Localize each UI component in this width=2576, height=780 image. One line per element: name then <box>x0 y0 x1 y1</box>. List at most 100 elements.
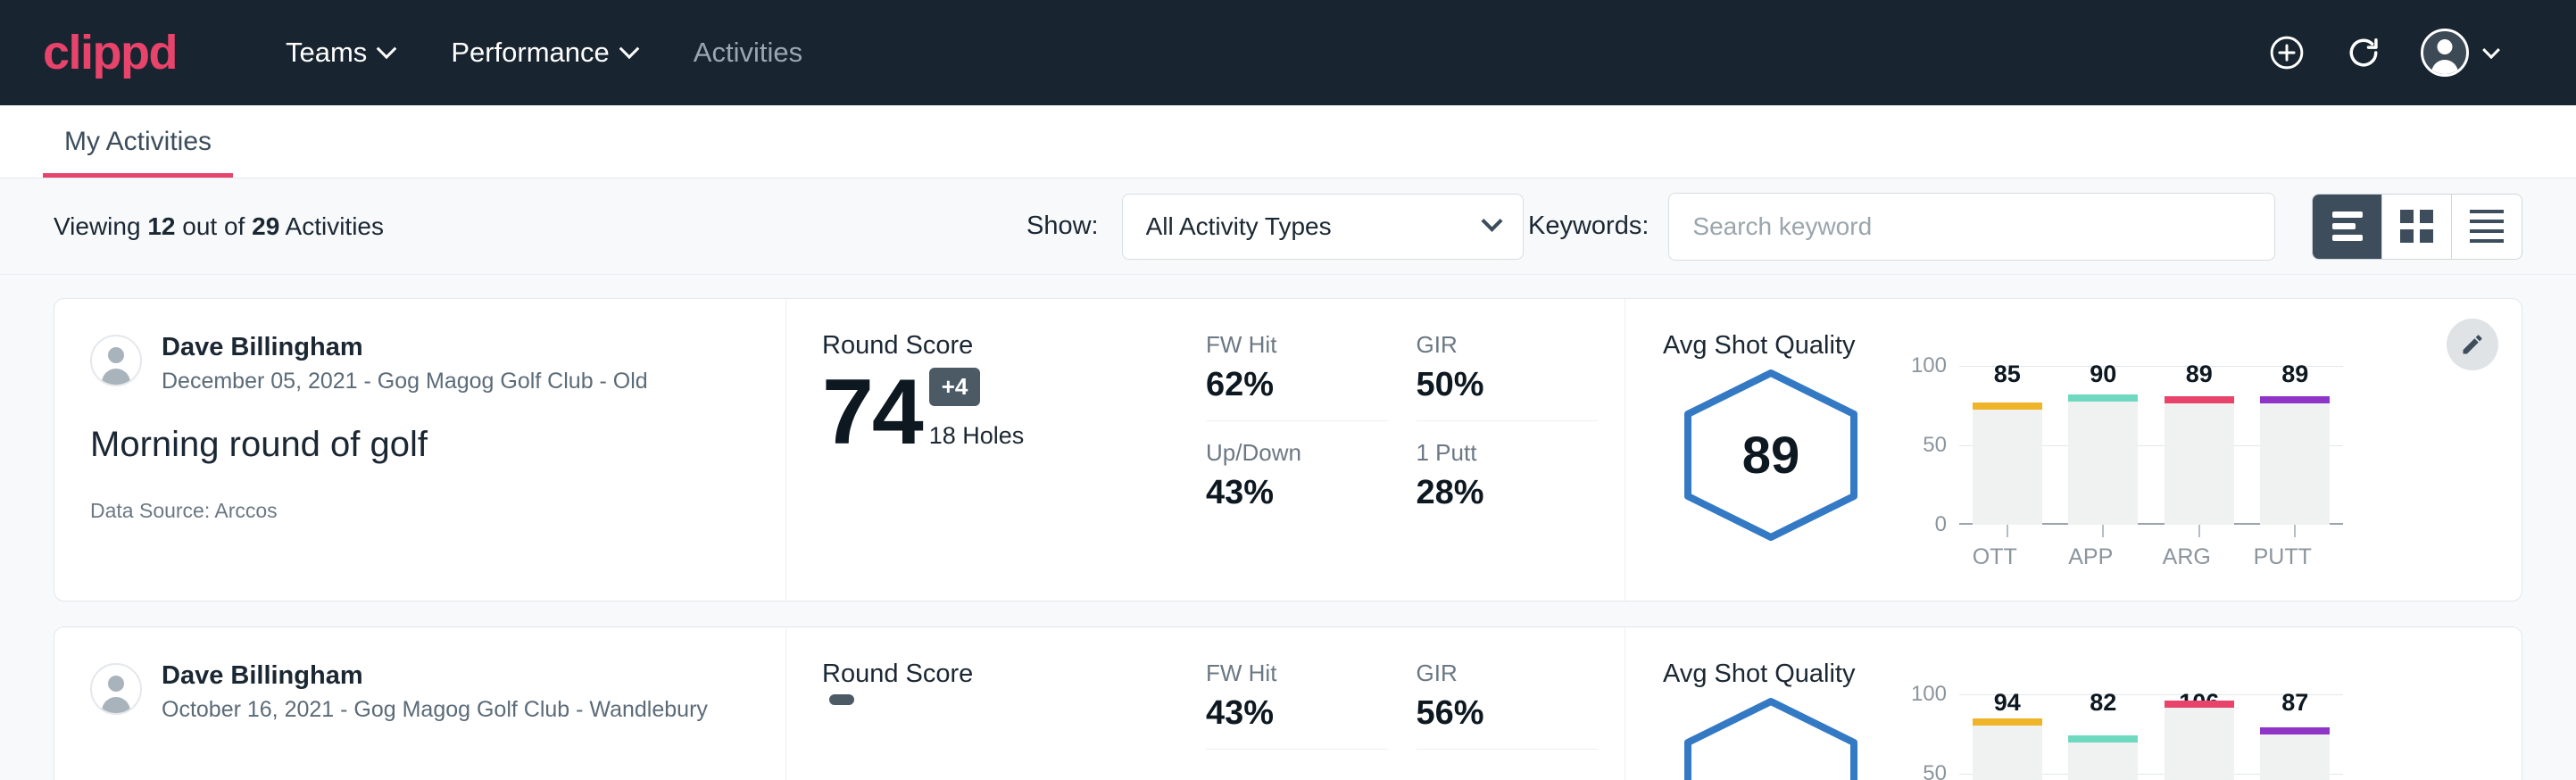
bar-cap <box>2068 735 2138 743</box>
bar-app: 82 <box>2068 694 2138 780</box>
bar-cap <box>1973 402 2042 410</box>
bar-cap <box>2068 394 2138 402</box>
nav-item-teams[interactable]: Teams <box>257 28 422 78</box>
chart-plot-area: 94 82 <box>1959 694 2343 780</box>
bar-value: 90 <box>2068 361 2138 388</box>
plus-circle-icon[interactable] <box>2267 33 2306 72</box>
bar-fill <box>1973 718 2042 780</box>
show-label: Show: <box>1026 212 1099 241</box>
x-label-arg: ARG <box>2152 544 2222 570</box>
stat-label: GIR <box>1417 660 1599 687</box>
list-view-button[interactable] <box>2313 195 2382 259</box>
tab-my-activities-label: My Activities <box>64 127 212 156</box>
bar-putt: 89 <box>2260 366 2330 525</box>
activity-title: Morning round of golf <box>90 425 750 465</box>
chart-x-labels: OTT APP ARG PUTT <box>1947 544 2331 570</box>
stat-gir: GIR 50% <box>1417 331 1599 421</box>
round-score-label: Round Score <box>822 660 1206 689</box>
round-stats-grid: FW Hit 43% GIR 56% <box>1206 627 1625 780</box>
view-mode-toggle <box>2312 194 2522 260</box>
stat-label: 1 Putt <box>1417 439 1599 467</box>
y-tick-100: 100 <box>1911 353 1947 378</box>
bar-cap <box>2260 727 2330 734</box>
avatar <box>90 663 142 715</box>
bar-value: 89 <box>2165 361 2234 388</box>
stat-value: 43% <box>1206 694 1388 733</box>
nav-item-performance-label: Performance <box>451 37 609 69</box>
stat-label: Up/Down <box>1206 439 1388 467</box>
y-tick-100: 100 <box>1911 682 1947 707</box>
avg-shot-quality-label: Avg Shot Quality <box>1663 331 2522 361</box>
bar-app: 90 <box>2068 366 2138 525</box>
stat-label: FW Hit <box>1206 660 1388 687</box>
stat-value: 62% <box>1206 366 1388 404</box>
refresh-icon[interactable] <box>2344 33 2383 72</box>
activity-summary: Dave Billingham October 16, 2021 - Gog M… <box>54 627 786 780</box>
list-view-icon <box>2332 212 2363 241</box>
round-score-label: Round Score <box>822 331 1206 361</box>
activity-type-select[interactable]: All Activity Types <box>1122 194 1524 260</box>
shot-quality-chart: 100 50 0 85 <box>1897 366 2522 570</box>
app-logo[interactable]: clippd <box>43 29 177 77</box>
bar-ott: 94 <box>1973 694 2042 780</box>
stat-gir: GIR 56% <box>1417 660 1599 750</box>
nav-actions <box>2267 29 2533 77</box>
bar-fill <box>2260 396 2330 525</box>
shot-quality-chart: 100 50 0 94 <box>1897 694 2522 780</box>
bar-cap <box>2260 396 2330 403</box>
author-name: Dave Billingham <box>162 660 708 692</box>
round-stats-grid: FW Hit 62% GIR 50% Up/Down 43% 1 Putt 28… <box>1206 299 1625 601</box>
nav-item-activities[interactable]: Activities <box>665 28 831 78</box>
activity-summary: Dave Billingham December 05, 2021 - Gog … <box>54 299 786 601</box>
avatar <box>90 335 142 386</box>
score-to-par-badge: +4 <box>929 368 981 406</box>
activity-data-source: Data Source: Arccos <box>90 499 750 523</box>
chart-bars: 85 90 <box>1959 366 2343 525</box>
bar-fill <box>1973 402 2042 525</box>
search-input[interactable] <box>1668 193 2275 261</box>
nav-item-activities-label: Activities <box>694 37 802 69</box>
round-score-panel: Round Score 74 +4 18 Holes <box>786 299 1206 601</box>
stat-value: 43% <box>1206 474 1388 512</box>
quality-score-value <box>1677 694 1865 780</box>
filter-bar: Viewing 12 out of 29 Activities Show: Al… <box>0 178 2576 275</box>
x-tick <box>2260 525 2330 537</box>
bar-value: 82 <box>2068 689 2138 717</box>
tab-my-activities[interactable]: My Activities <box>43 127 233 178</box>
x-tick <box>2165 525 2234 537</box>
bar-value: 94 <box>1973 689 2042 717</box>
y-tick-50: 50 <box>1923 761 1947 780</box>
user-menu[interactable] <box>2421 29 2497 77</box>
bar-fill <box>2068 394 2138 525</box>
grid-view-button[interactable] <box>2382 195 2452 259</box>
compact-view-button[interactable] <box>2452 195 2522 259</box>
stat-value: 28% <box>1417 474 1599 512</box>
tab-bar: My Activities <box>0 105 2576 178</box>
chart-bars: 94 82 <box>1959 694 2343 780</box>
viewing-summary: Viewing 12 out of 29 Activities <box>54 212 384 241</box>
bar-arg: 89 <box>2165 366 2234 525</box>
bar-cap <box>2165 701 2234 708</box>
bar-arg: 106 <box>2165 694 2234 780</box>
chart-plot-area: 85 90 <box>1959 366 2343 525</box>
avg-shot-quality-panel: Avg Shot Quality 100 50 0 <box>1625 627 2522 780</box>
compact-view-icon <box>2470 210 2504 243</box>
stat-value: 50% <box>1417 366 1599 404</box>
keywords-label: Keywords: <box>1528 212 1649 241</box>
x-label-ott: OTT <box>1960 544 2030 570</box>
bar-fill <box>2165 701 2234 780</box>
activity-card[interactable]: Dave Billingham October 16, 2021 - Gog M… <box>54 626 2522 780</box>
show-filter-group: Show: All Activity Types <box>1026 194 1524 260</box>
bar-fill <box>2260 727 2330 780</box>
stat-one-putt: 1 Putt 28% <box>1417 439 1599 528</box>
edit-activity-button[interactable] <box>2447 319 2498 370</box>
author-name: Dave Billingham <box>162 331 648 363</box>
viewing-total: 29 <box>252 212 279 240</box>
score-to-par-badge <box>829 694 854 705</box>
bar-value: 89 <box>2260 361 2330 388</box>
nav-item-performance[interactable]: Performance <box>422 28 664 78</box>
viewing-suffix: Activities <box>286 212 384 240</box>
bar-cap <box>2165 396 2234 403</box>
activity-meta: December 05, 2021 - Gog Magog Golf Club … <box>162 369 648 394</box>
activity-card[interactable]: Dave Billingham December 05, 2021 - Gog … <box>54 298 2522 602</box>
